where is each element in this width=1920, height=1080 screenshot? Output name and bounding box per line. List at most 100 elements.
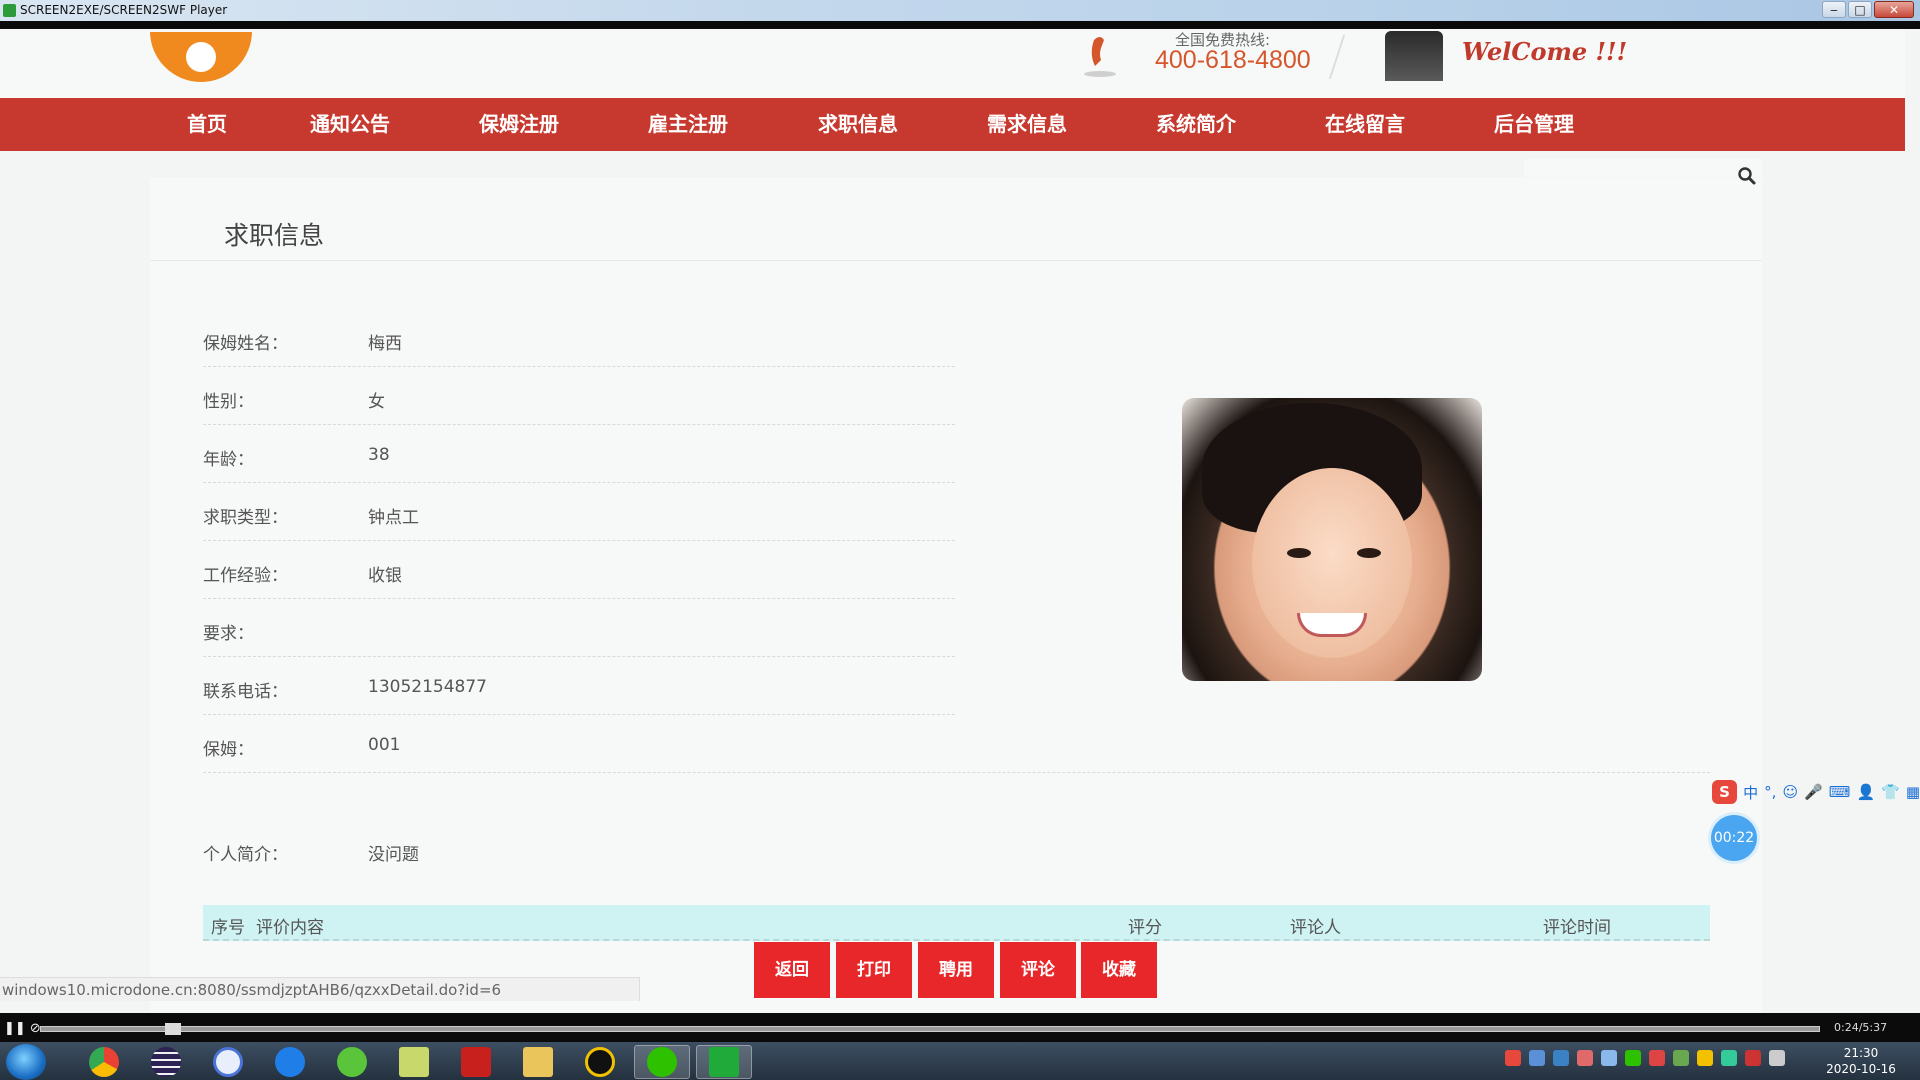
main-nav: 首页 通知公告 保姆注册 雇主注册 求职信息 需求信息 系统简介 在线留言 后台…: [0, 98, 1905, 151]
close-button[interactable]: ✕: [1874, 1, 1914, 18]
hotline-number: 400-618-4800: [1155, 46, 1311, 74]
player-controls: ❚❚ ⊘ 0:24/5:37: [0, 1013, 1920, 1042]
tray-app-icon[interactable]: [1721, 1050, 1737, 1066]
nav-item-employer-register[interactable]: 雇主注册: [648, 98, 728, 151]
taskbar: 21:30 2020-10-16: [0, 1042, 1920, 1080]
field-row-experience: 工作经验： 收银: [203, 541, 955, 599]
network-icon[interactable]: [1769, 1050, 1785, 1066]
chrome-icon[interactable]: [76, 1045, 132, 1079]
keyboard-icon[interactable]: ⌨: [1829, 783, 1851, 801]
field-row-age: 年龄： 38: [203, 425, 955, 483]
field-label: 联系电话：: [203, 682, 288, 702]
seek-handle[interactable]: [164, 1023, 181, 1035]
window-title: SCREEN2EXE/SCREEN2SWF Player: [20, 3, 228, 17]
field-label: 个人简介：: [203, 845, 288, 865]
screen-player-icon[interactable]: [696, 1045, 752, 1079]
maximize-button[interactable]: □: [1848, 1, 1872, 18]
skin-icon[interactable]: 👕: [1881, 783, 1900, 801]
nav-item-home[interactable]: 首页: [187, 98, 227, 151]
field-row-requirements: 要求：: [203, 599, 955, 657]
network-app-icon[interactable]: [200, 1045, 256, 1079]
eclipse-icon[interactable]: [138, 1045, 194, 1079]
field-label: 求职类型：: [203, 508, 288, 528]
search-input[interactable]: [1524, 159, 1762, 177]
tray-security-icon[interactable]: [1601, 1050, 1617, 1066]
emoji-icon[interactable]: ☺: [1782, 783, 1798, 801]
playback-time: 0:24/5:37: [1834, 1021, 1888, 1034]
nav-item-demand[interactable]: 需求信息: [987, 98, 1067, 151]
nav-item-admin[interactable]: 后台管理: [1494, 98, 1574, 151]
start-button[interactable]: [6, 1044, 46, 1080]
column-header-reviewer: 评论人: [1290, 918, 1341, 938]
flash-icon[interactable]: [448, 1045, 504, 1079]
nav-item-notices[interactable]: 通知公告: [310, 98, 390, 151]
tray-app-icon[interactable]: [1673, 1050, 1689, 1066]
nav-item-messages[interactable]: 在线留言: [1325, 98, 1405, 151]
clock-date: 2020-10-16: [1826, 1062, 1896, 1076]
field-label: 年龄：: [203, 450, 254, 470]
recording-timer[interactable]: 00:22: [1711, 815, 1757, 861]
field-row-job-type: 求职类型： 钟点工: [203, 483, 955, 541]
header-person-image: [1385, 31, 1443, 81]
field-value: 没问题: [368, 845, 419, 865]
site-header: 全国免费热线: 400-618-4800 WelCome !!!: [0, 29, 1905, 98]
field-row-name: 保姆姓名： 梅西: [203, 309, 955, 367]
field-value: 梅西: [368, 334, 402, 354]
field-value: 13052154877: [368, 677, 487, 697]
file-explorer-icon[interactable]: [510, 1045, 566, 1079]
minimize-button[interactable]: ‒: [1822, 1, 1846, 18]
tray-app-icon[interactable]: [1577, 1050, 1593, 1066]
seek-bar[interactable]: [40, 1026, 1820, 1032]
page-title: 求职信息: [224, 221, 325, 250]
column-header-time: 评论时间: [1543, 918, 1611, 938]
ime-toolbar[interactable]: S 中 °, ☺ 🎤 ⌨ 👤 👕 ▦: [1712, 777, 1920, 807]
tray-shield-icon[interactable]: [1553, 1050, 1569, 1066]
clock-time: 21:30: [1843, 1046, 1879, 1060]
punctuation-icon[interactable]: °,: [1764, 783, 1776, 801]
column-header-index: 序号: [211, 918, 245, 938]
window-controls: ‒ □ ✕: [1822, 1, 1914, 18]
status-bar-url: windows10.microdone.cn:8080/ssmdjzptAHB6…: [0, 977, 640, 1001]
qq-icon[interactable]: [572, 1045, 628, 1079]
field-label: 保姆姓名：: [203, 334, 288, 354]
welcome-text: WelCome !!!: [1462, 37, 1628, 66]
leaf-app-icon[interactable]: [324, 1045, 380, 1079]
pause-icon[interactable]: ❚❚ ⊘: [4, 1021, 41, 1036]
print-button[interactable]: 打印: [836, 942, 912, 998]
comment-button[interactable]: 评论: [1000, 942, 1076, 998]
sogou-ime-icon[interactable]: S: [1712, 780, 1738, 804]
phone-icon: [1084, 37, 1116, 77]
nav-item-job-seeking[interactable]: 求职信息: [818, 98, 898, 151]
search-icon[interactable]: [1737, 166, 1757, 186]
field-label: 保姆：: [203, 740, 254, 760]
microphone-icon[interactable]: 🎤: [1804, 783, 1823, 801]
header-divider: [1328, 34, 1346, 80]
back-button[interactable]: 返回: [754, 942, 830, 998]
field-row-phone: 联系电话： 13052154877: [203, 657, 955, 715]
tray-wechat-icon[interactable]: [1625, 1050, 1641, 1066]
window-titlebar: SCREEN2EXE/SCREEN2SWF Player ‒ □ ✕: [0, 0, 1920, 21]
tray-qq-icon[interactable]: [1697, 1050, 1713, 1066]
user-icon[interactable]: 👤: [1856, 783, 1875, 801]
field-value: 女: [368, 392, 385, 412]
field-value: 钟点工: [368, 508, 419, 528]
volume-icon[interactable]: [1745, 1050, 1761, 1066]
notepad-icon[interactable]: [386, 1045, 442, 1079]
tray-app-icon[interactable]: [1529, 1050, 1545, 1066]
favorite-button[interactable]: 收藏: [1081, 942, 1157, 998]
nav-item-nanny-register[interactable]: 保姆注册: [479, 98, 559, 151]
reviews-table-header: 序号 评价内容 评分 评论人 评论时间: [203, 905, 1710, 941]
field-row-intro: 个人简介： 没问题: [203, 820, 955, 878]
wechat-icon[interactable]: [634, 1045, 690, 1079]
field-value: 001: [368, 735, 401, 755]
nav-item-about[interactable]: 系统简介: [1156, 98, 1236, 151]
ime-mode-label[interactable]: 中: [1743, 782, 1758, 803]
browser-q-icon[interactable]: [262, 1045, 318, 1079]
column-header-score: 评分: [1128, 918, 1162, 938]
grid-menu-icon[interactable]: ▦: [1906, 783, 1920, 801]
site-logo[interactable]: [150, 32, 252, 84]
taskbar-clock[interactable]: 21:30 2020-10-16: [1826, 1045, 1896, 1077]
hire-button[interactable]: 聘用: [918, 942, 994, 998]
sogou-tray-icon[interactable]: [1505, 1050, 1521, 1066]
tray-app-icon[interactable]: [1649, 1050, 1665, 1066]
